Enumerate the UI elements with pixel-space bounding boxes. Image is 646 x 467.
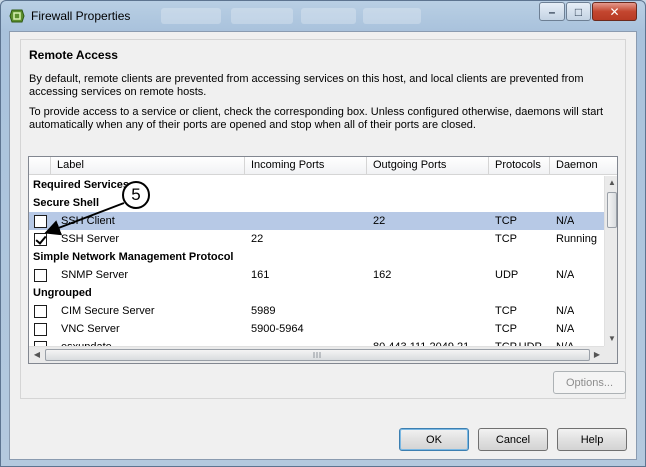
group-required-services: Required Services [33,179,129,191]
column-header-outgoing-ports[interactable]: Outgoing Ports [367,157,489,175]
row-daemon: N/A [556,215,575,227]
background-tab [301,8,356,24]
checkbox-column-header [29,157,51,175]
group-secure-shell: Secure Shell [33,197,100,209]
scroll-down-arrow-icon[interactable]: ▼ [605,332,617,346]
table-row-ssh-client[interactable]: SSH Client 22 TCP N/A [29,212,604,230]
row-outgoing-ports: 80,443,111,2049,21 [373,338,469,346]
options-button[interactable]: Options... [553,371,626,394]
background-tab [161,8,221,24]
row-label: VNC Server [61,323,120,335]
row-label: CIM Secure Server [61,305,155,317]
scroll-up-arrow-icon[interactable]: ▲ [605,176,617,190]
table-row-ssh-server[interactable]: SSH Server 22 TCP Running [29,230,604,248]
background-tab [363,8,421,24]
row-protocols: TCP [495,215,517,227]
row-incoming-ports: 5900-5964 [251,323,304,335]
column-header-incoming-ports[interactable]: Incoming Ports [245,157,367,175]
row-daemon: N/A [556,269,575,281]
snmp-server-checkbox[interactable] [34,269,47,282]
row-protocols: UDP [495,269,519,281]
table-row-cim-secure-server[interactable]: CIM Secure Server 5989 TCP N/A [29,302,604,320]
row-protocols: TCP [495,323,517,335]
row-incoming-ports: 161 [251,269,270,281]
table-row-esxupdate[interactable]: esxupdate 80,443,111,2049,21 TCP,UDP N/A [29,338,604,346]
horizontal-scrollbar[interactable]: ◀ ▶ [29,346,604,363]
help-button[interactable]: Help [557,428,627,451]
scrollbar-corner [604,346,617,363]
window-title: Firewall Properties [31,9,131,23]
horizontal-scroll-thumb[interactable] [45,349,590,361]
row-protocols: TCP [495,233,517,245]
table-body: Required Services Secure Shell SSH Clien… [29,176,604,346]
row-incoming-ports: 5989 [251,305,276,317]
background-tab [231,8,293,24]
row-outgoing-ports: 22 [373,215,386,227]
scroll-grip-icon [313,352,322,358]
row-daemon: Running [556,233,597,245]
scroll-left-arrow-icon[interactable]: ◀ [30,348,44,362]
description-provide-access: To provide access to a service or client… [29,106,604,131]
vnc-server-checkbox[interactable] [34,323,47,336]
ssh-server-checkbox[interactable] [34,233,47,246]
firewall-services-table: Label Incoming Ports Outgoing Ports Prot… [28,156,618,364]
row-label: SNMP Server [61,269,129,281]
row-outgoing-ports: 162 [373,269,392,281]
group-ungrouped: Ungrouped [33,287,92,299]
cancel-button[interactable]: Cancel [478,428,548,451]
table-header: Label Incoming Ports Outgoing Ports Prot… [29,157,617,175]
row-daemon: N/A [556,305,575,317]
row-label: SSH Server [61,233,120,245]
row-protocols: TCP,UDP [495,338,542,346]
vsphere-app-icon [9,9,25,23]
step-callout-badge: 5 [122,181,150,209]
row-label: SSH Client [61,215,115,227]
row-daemon: N/A [556,338,574,346]
vertical-scroll-thumb[interactable] [607,192,617,228]
row-incoming-ports: 22 [251,233,264,245]
maximize-button[interactable]: □ [566,2,591,21]
row-protocols: TCP [495,305,517,317]
column-header-label[interactable]: Label [51,157,245,175]
section-title: Remote Access [29,48,118,62]
column-header-protocols[interactable]: Protocols [489,157,550,175]
table-row-vnc-server[interactable]: VNC Server 5900-5964 TCP N/A [29,320,604,338]
group-snmp: Simple Network Management Protocol [33,251,234,263]
column-header-daemon[interactable]: Daemon [550,157,617,175]
row-daemon: N/A [556,323,575,335]
ok-button[interactable]: OK [399,428,469,451]
firewall-properties-window: Firewall Properties – □ ✕ Remote Access … [0,0,646,467]
description-default-behaviour: By default, remote clients are prevented… [29,73,584,98]
title-bar[interactable]: Firewall Properties – □ ✕ [1,1,645,31]
ssh-client-checkbox[interactable] [34,215,47,228]
cim-secure-server-checkbox[interactable] [34,305,47,318]
scroll-right-arrow-icon[interactable]: ▶ [590,348,604,362]
minimize-button[interactable]: – [539,2,565,21]
row-label: esxupdate [61,338,112,346]
table-row-snmp-server[interactable]: SNMP Server 161 162 UDP N/A [29,266,604,284]
close-button[interactable]: ✕ [592,2,637,21]
dialog-client-area: Remote Access By default, remote clients… [9,31,637,460]
remote-access-group: Remote Access By default, remote clients… [20,39,626,399]
vertical-scrollbar[interactable]: ▲ ▼ [604,176,617,346]
